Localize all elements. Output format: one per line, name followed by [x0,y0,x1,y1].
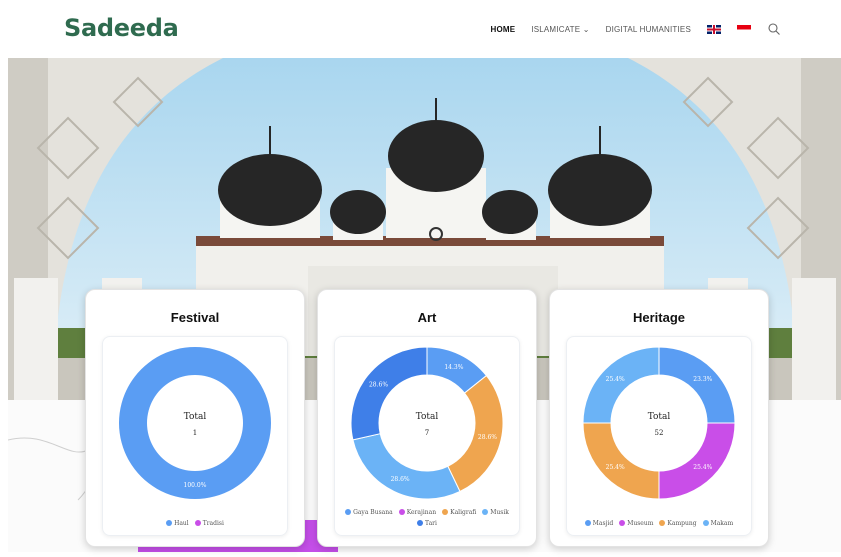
slice-percent-label: 28.6% [391,476,410,483]
legend-swatch [417,520,424,526]
heritage-donut-chart[interactable]: 23.3% 25.4% 25.4% 25.4% Total 52 [581,345,737,501]
donut-total-value: 1 [193,429,197,437]
art-donut-chart[interactable]: 14.3% 28.6% 28.6% 28.6% Total 7 [349,345,505,501]
main-nav: HOME ISLAMICATE ⌄ DIGITAL HUMANITIES [490,22,781,36]
legend-swatch [619,520,626,526]
legend-item[interactable]: Gaya Busana [345,507,393,518]
indonesia-flag-icon[interactable] [737,24,751,34]
nav-item-home[interactable]: HOME [490,25,515,34]
donut-center-label: Total [416,412,439,422]
festival-donut-chart[interactable]: 100.0% Total 1 [117,345,273,501]
top-navigation-bar: Sadeeda HOME ISLAMICATE ⌄ DIGITAL HUMANI… [0,0,841,58]
legend-swatch [194,520,201,526]
legend-item[interactable]: Haul [166,518,189,529]
legend-item[interactable]: Tradisi [194,518,224,529]
legend-label: Haul [174,520,189,527]
chart-legend: Masjid Museum Kampung Makam [573,518,745,529]
legend-label: Makam [710,520,734,527]
legend-swatch [398,509,405,515]
card-title: Art [417,310,437,325]
nav-item-islamicate-label: ISLAMICATE [531,24,581,34]
chart-legend: Haul Tradisi [109,518,281,529]
chart-legend: Gaya Busana Kerajinan Kaligrafi Musik Tari [341,507,513,529]
legend-item[interactable]: Makam [702,518,734,529]
legend-label: Gaya Busana [353,509,393,516]
legend-item[interactable]: Kampung [659,518,697,529]
donut-total-value: 7 [425,429,429,437]
legend-item[interactable]: Musik [482,507,509,518]
slice-percent-label: 25.4% [606,376,625,383]
legend-swatch [442,509,449,515]
legend-swatch [702,520,709,526]
chart-container: 100.0% Total 1 Haul Tradisi [102,336,288,536]
legend-item[interactable]: Kerajinan [398,507,437,518]
nav-item-digital-humanities[interactable]: DIGITAL HUMANITIES [606,25,691,34]
chart-container: 14.3% 28.6% 28.6% 28.6% Total 7 Gaya Busana Ke… [334,336,520,536]
chart-container: 23.3% 25.4% 25.4% 25.4% Total 52 Masjid Museum… [566,336,752,536]
slice-percent-label: 28.6% [369,381,388,388]
legend-label: Kampung [667,520,697,527]
legend-label: Musik [490,509,509,516]
card-title: Heritage [632,310,686,325]
chevron-down-icon: ⌄ [582,24,590,34]
donut-center-label: Total [648,412,671,422]
legend-item[interactable]: Kaligrafi [442,507,476,518]
slice-percent-label: 100.0% [184,482,207,489]
donut-hole [148,376,242,470]
donut-hole [380,376,474,470]
uk-flag-icon[interactable] [707,24,721,34]
legend-label: Museum [627,520,654,527]
legend-label: Tari [425,520,437,527]
donut-total-value: 52 [655,429,664,437]
art-card: Art 14.3% 28.6% 28.6% 28.6% Total 7 Gaya Busa… [317,289,537,547]
legend-label: Tradisi [202,520,224,527]
slice-percent-label: 25.4% [693,464,712,471]
legend-swatch [345,509,352,515]
donut-hole [612,376,706,470]
legend-label: Kerajinan [406,509,437,516]
legend-swatch [659,520,666,526]
donut-center-label: Total [184,412,207,422]
legend-label: Kaligrafi [450,509,477,516]
site-logo[interactable]: Sadeeda [64,14,179,42]
slice-percent-label: 14.3% [444,364,463,371]
card-title: Festival [170,310,220,325]
nav-item-islamicate[interactable]: ISLAMICATE ⌄ [531,25,589,34]
legend-label: Masjid [592,520,614,527]
legend-item[interactable]: Masjid [584,518,614,529]
festival-card: Festival 100.0% Total 1 Haul Tradisi [85,289,305,547]
slice-percent-label: 23.3% [693,376,712,383]
legend-swatch [482,509,489,515]
legend-swatch [166,520,173,526]
legend-item[interactable]: Museum [619,518,653,529]
legend-swatch [584,520,591,526]
slice-percent-label: 28.6% [478,434,497,441]
slice-percent-label: 25.4% [606,464,625,471]
search-icon[interactable] [767,22,781,36]
legend-item[interactable]: Tari [417,518,437,529]
heritage-card: Heritage 23.3% 25.4% 25.4% 25.4% Total 52 Mas… [549,289,769,547]
